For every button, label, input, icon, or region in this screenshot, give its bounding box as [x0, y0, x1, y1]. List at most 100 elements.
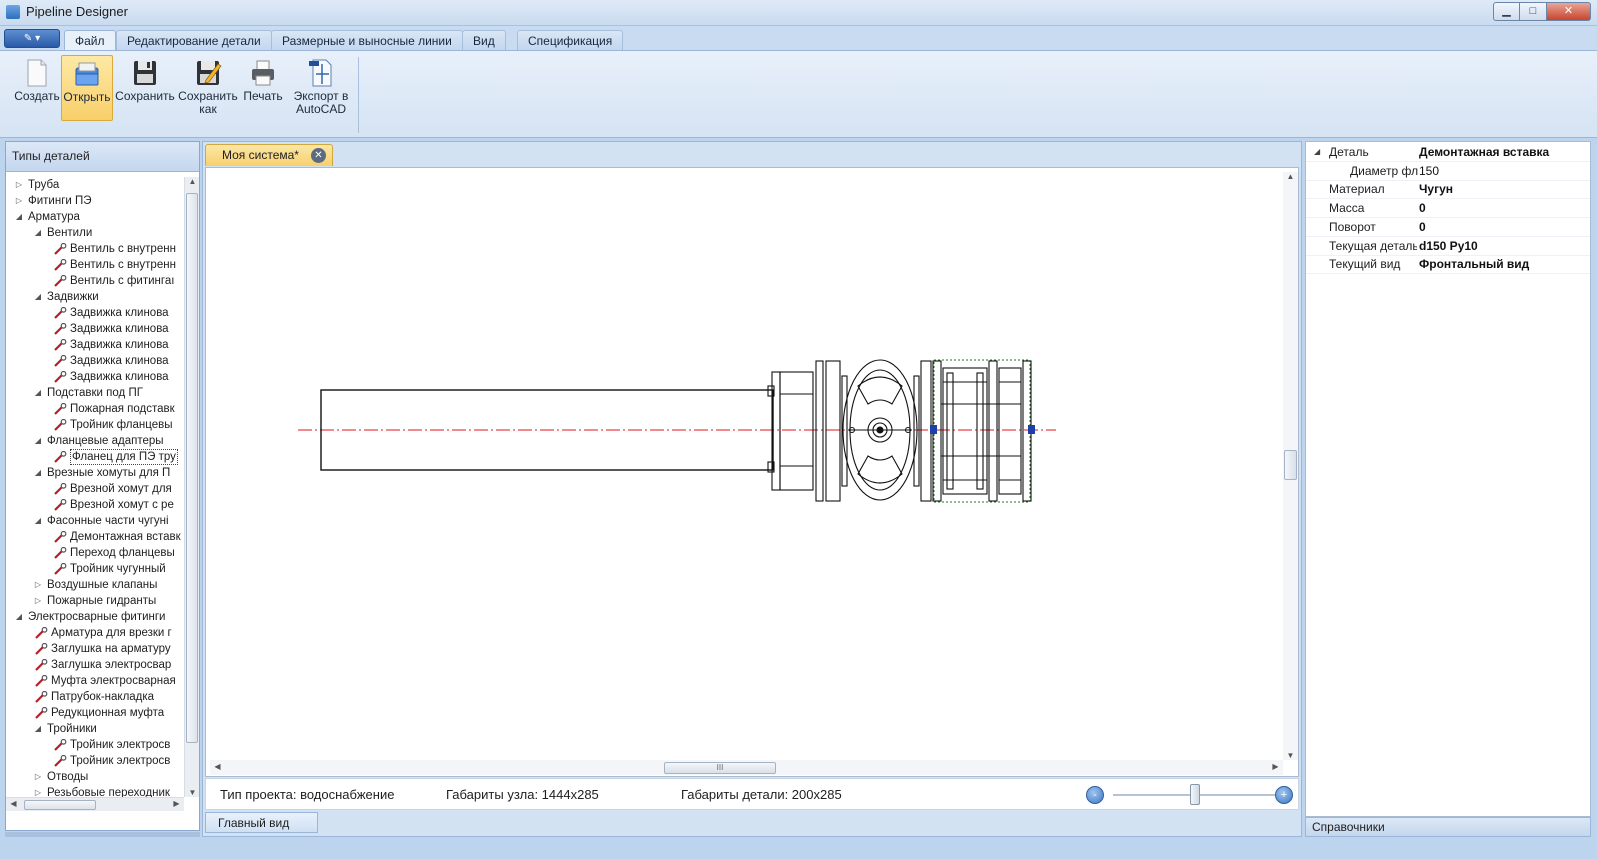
canvas-scroll-down-arrow[interactable]: ▼: [1283, 751, 1298, 760]
canvas-scroll-up-arrow[interactable]: ▲: [1283, 172, 1298, 181]
collapse-arrow-icon[interactable]: ◢: [14, 609, 24, 625]
tree-leaf-item[interactable]: Тройник чугунный: [6, 561, 184, 577]
drawing-canvas[interactable]: ▲ ▼ ◀ III ▶: [205, 167, 1299, 777]
tree-group-item[interactable]: ◢ Вентили: [6, 225, 184, 241]
tree-group-item[interactable]: ◢ Фасонные части чугуні: [6, 513, 184, 529]
tree-leaf-item[interactable]: Вентиль с фитингаı: [6, 273, 184, 289]
open-button[interactable]: Открыть: [61, 55, 113, 121]
export-autocad-button[interactable]: Экспорт в AutoCAD: [287, 55, 355, 121]
zoom-out-button[interactable]: -: [1086, 786, 1104, 804]
tree-group-item[interactable]: ◢ Тройники: [6, 721, 184, 737]
tree-group-item[interactable]: ▷ Пожарные гидранты: [6, 593, 184, 609]
tree-leaf-item[interactable]: Тройник электросв: [6, 737, 184, 753]
tab-edit-part[interactable]: Редактирование детали: [116, 30, 272, 51]
tree-group-item[interactable]: ▷ Труба: [6, 177, 184, 193]
property-value[interactable]: Фронтальный вид: [1419, 255, 1529, 273]
canvas-vscroll-thumb[interactable]: [1284, 450, 1297, 480]
tree-group-item[interactable]: ▷ Отводы: [6, 769, 184, 785]
property-value[interactable]: 150: [1419, 162, 1439, 180]
tree-group-item[interactable]: ▷ Воздушные клапаны: [6, 577, 184, 593]
tab-main-view[interactable]: Главный вид: [205, 812, 318, 833]
tree-leaf-item[interactable]: Задвижка клинова: [6, 305, 184, 321]
tree-leaf-item[interactable]: Вентиль с внутренн: [6, 257, 184, 273]
expand-arrow-icon[interactable]: ▷: [14, 177, 24, 193]
dismantling-joint[interactable]: [932, 360, 1032, 502]
minimize-button[interactable]: ▁: [1493, 2, 1520, 21]
tree-leaf-item[interactable]: Врезной хомут с ре: [6, 497, 184, 513]
tree-group-item[interactable]: ▷ Фитинги ПЭ: [6, 193, 184, 209]
property-value[interactable]: Демонтажная вставка: [1419, 143, 1549, 161]
tree-group-item[interactable]: ◢ Арматура: [6, 209, 184, 225]
tree-group-item[interactable]: ◢ Задвижки: [6, 289, 184, 305]
collapse-arrow-icon[interactable]: ◢: [33, 513, 43, 529]
collapse-arrow-icon[interactable]: ◢: [33, 225, 43, 241]
tree-group-item[interactable]: ◢ Подставки под ПГ: [6, 385, 184, 401]
tree-group-item[interactable]: ◢ Фланцевые адаптеры: [6, 433, 184, 449]
tree-leaf-item[interactable]: Тройник фланцевы: [6, 417, 184, 433]
tab-view[interactable]: Вид: [462, 30, 506, 51]
canvas-scroll-right-arrow[interactable]: ▶: [1268, 762, 1283, 771]
collapse-arrow-icon[interactable]: ◢: [33, 289, 43, 305]
pipeline-drawing[interactable]: [206, 168, 1298, 776]
tree-leaf-item[interactable]: Задвижка клинова: [6, 321, 184, 337]
tree-leaf-item[interactable]: Задвижка клинова: [6, 353, 184, 369]
canvas-scroll-left-arrow[interactable]: ◀: [210, 762, 225, 771]
tab-dimension-lines[interactable]: Размерные и выносные линии: [271, 30, 463, 51]
property-value[interactable]: 0: [1419, 199, 1426, 217]
close-button[interactable]: ✕: [1547, 2, 1591, 21]
tree-leaf-item[interactable]: Арматура для врезки г: [6, 625, 184, 641]
property-row[interactable]: Масса 0: [1306, 199, 1590, 219]
references-panel-header[interactable]: Справочники: [1305, 817, 1591, 837]
document-tab[interactable]: Моя система* ✕: [205, 144, 333, 166]
selection-handle-right[interactable]: [1028, 425, 1035, 434]
tree-leaf-item[interactable]: Заглушка на арматуру: [6, 641, 184, 657]
property-row[interactable]: Диаметр фл 150: [1306, 162, 1590, 181]
tree-vertical-scrollbar[interactable]: ▲ ▼: [184, 177, 199, 797]
scroll-left-arrow[interactable]: ◀: [6, 799, 21, 808]
scroll-up-arrow[interactable]: ▲: [185, 177, 200, 186]
canvas-hscroll-thumb[interactable]: III: [664, 762, 776, 774]
tree-leaf-item[interactable]: Врезной хомут для: [6, 481, 184, 497]
collapse-arrow-icon[interactable]: ◢: [1314, 143, 1320, 161]
property-value[interactable]: d150 Py10: [1419, 237, 1478, 255]
print-button[interactable]: Печать: [240, 55, 286, 121]
save-as-button[interactable]: Сохранить как: [177, 55, 239, 121]
zoom-slider-thumb[interactable]: [1190, 784, 1200, 805]
property-row[interactable]: Материал Чугун: [1306, 180, 1590, 200]
property-value[interactable]: 0: [1419, 218, 1426, 236]
tree-leaf-item[interactable]: Демонтажная вставк: [6, 529, 184, 545]
expand-arrow-icon[interactable]: ▷: [33, 785, 43, 797]
save-button[interactable]: Сохранить: [114, 55, 176, 121]
collapse-arrow-icon[interactable]: ◢: [33, 385, 43, 401]
tab-file[interactable]: Файл: [64, 30, 116, 51]
flange-adapter[interactable]: [767, 360, 841, 502]
tree-leaf-item[interactable]: Пожарная подставк: [6, 401, 184, 417]
expand-arrow-icon[interactable]: ▷: [33, 577, 43, 593]
scroll-down-arrow[interactable]: ▼: [185, 788, 200, 797]
tree-hscroll-thumb[interactable]: [24, 800, 96, 810]
tab-specification[interactable]: Спецификация: [517, 30, 624, 51]
tree-leaf-item[interactable]: Редукционная муфта: [6, 705, 184, 721]
canvas-vertical-scrollbar[interactable]: ▲ ▼: [1283, 172, 1298, 760]
tree-leaf-item[interactable]: Переход фланцевы: [6, 545, 184, 561]
collapse-arrow-icon[interactable]: ◢: [33, 465, 43, 481]
collapse-arrow-icon[interactable]: ◢: [33, 433, 43, 449]
canvas-horizontal-scrollbar[interactable]: ◀ III ▶: [210, 760, 1283, 775]
collapse-arrow-icon[interactable]: ◢: [14, 209, 24, 225]
collapse-arrow-icon[interactable]: ◢: [33, 721, 43, 737]
scroll-right-arrow[interactable]: ▶: [169, 799, 184, 808]
property-row[interactable]: ◢ Деталь Демонтажная вставка: [1306, 143, 1590, 162]
tree-scroll-thumb[interactable]: [186, 193, 198, 743]
expand-arrow-icon[interactable]: ▷: [33, 593, 43, 609]
tree-leaf-item[interactable]: Фланец для ПЭ тру: [6, 449, 184, 465]
tree-group-item[interactable]: ◢ Врезные хомуты для П: [6, 465, 184, 481]
property-row[interactable]: Поворот 0: [1306, 218, 1590, 237]
zoom-in-button[interactable]: +: [1275, 786, 1293, 804]
property-row[interactable]: Текущий вид Фронтальный вид: [1306, 255, 1590, 275]
expand-arrow-icon[interactable]: ▷: [14, 193, 24, 209]
create-button[interactable]: Создать: [12, 55, 62, 121]
selection-handle-left[interactable]: [930, 425, 937, 434]
maximize-button[interactable]: □: [1520, 2, 1547, 21]
expand-arrow-icon[interactable]: ▷: [33, 769, 43, 785]
tree-horizontal-scrollbar[interactable]: ◀ ▶: [6, 797, 184, 811]
